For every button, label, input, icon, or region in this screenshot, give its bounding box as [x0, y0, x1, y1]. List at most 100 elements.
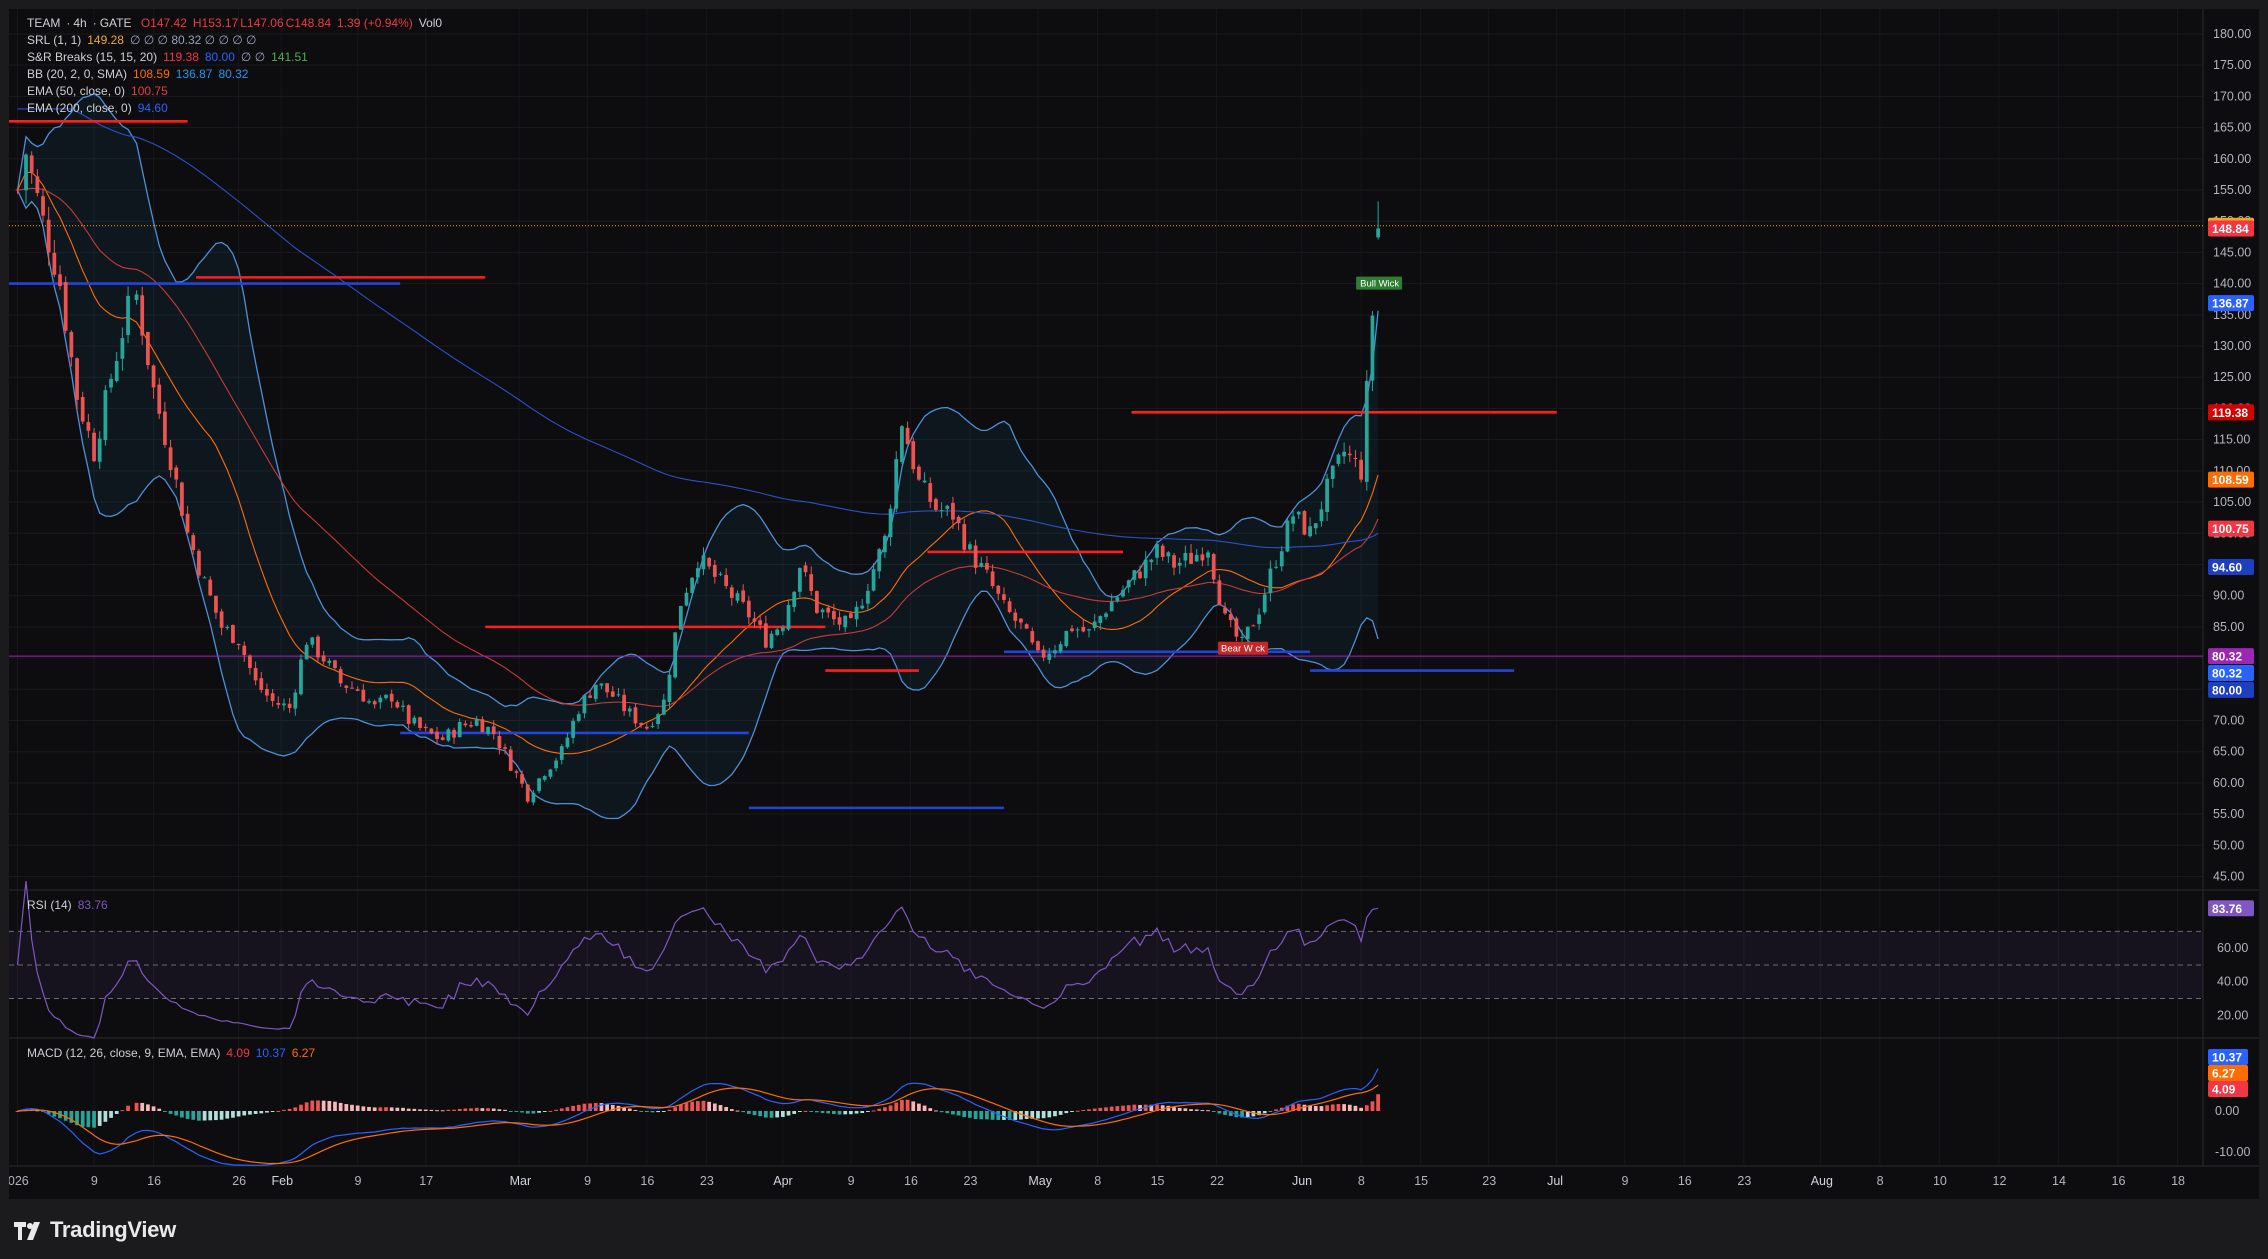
- x-tick-label: 026: [9, 1174, 29, 1188]
- macd-histogram-bar: [236, 1111, 241, 1117]
- macd-histogram-bar: [735, 1110, 740, 1112]
- volume: Vol0: [418, 16, 443, 30]
- chart-frame[interactable]: 45.0050.0055.0060.0065.0070.0075.0080.00…: [9, 9, 2259, 1199]
- macd-histogram-bar: [389, 1107, 394, 1111]
- y-tick-label: 145.00: [2213, 245, 2251, 259]
- legend-symbol-row: TEAM · 4h · GATE O147.42 H153.17 L147.06 C148.8…: [27, 16, 443, 30]
- macd-histogram-bar: [503, 1109, 507, 1111]
- candle-body: [854, 606, 859, 620]
- macd-histogram-bar: [917, 1103, 921, 1111]
- macd-histogram-bar: [922, 1105, 927, 1111]
- legend-macd[interactable]: MACD (12, 26, close, 9, EMA, EMA) 4.09 10.…: [27, 1045, 321, 1062]
- legend-rsi[interactable]: RSI (14) 83.76: [27, 897, 114, 914]
- candle-body: [741, 590, 746, 602]
- x-tick-label: 15: [1151, 1174, 1165, 1188]
- candle-body: [860, 605, 865, 609]
- macd-histogram-bar: [1087, 1109, 1091, 1111]
- macd-histogram-bar: [701, 1100, 706, 1111]
- macd-histogram-bar: [514, 1111, 519, 1112]
- y-tick-label: 125.00: [2213, 370, 2251, 384]
- candle-body: [792, 591, 797, 607]
- macd-histogram-bar: [934, 1110, 938, 1112]
- macd-histogram-bar: [537, 1111, 541, 1113]
- candle-body: [809, 574, 814, 591]
- candle-body: [1070, 628, 1074, 632]
- x-tick-label: 17: [419, 1174, 433, 1188]
- macd-histogram-bar: [270, 1111, 275, 1112]
- chart-canvas[interactable]: 45.0050.0055.0060.0065.0070.0075.0080.00…: [9, 9, 2259, 1199]
- candle-body: [1189, 552, 1193, 564]
- candle-body: [103, 390, 108, 441]
- symbol-name: TEAM: [27, 16, 61, 30]
- macd-histogram-bar: [1177, 1107, 1182, 1111]
- interval[interactable]: 4h: [73, 16, 86, 30]
- candle-body: [423, 726, 428, 729]
- candle-body: [185, 513, 190, 533]
- legend-srl-name: SRL (1, 1): [27, 33, 82, 47]
- macd-histogram-bar: [134, 1102, 139, 1111]
- candle-body: [327, 660, 332, 664]
- candle-body: [1370, 315, 1375, 381]
- candle-body: [1228, 614, 1233, 621]
- candle-body: [593, 684, 598, 699]
- macd-histogram-bar: [1070, 1111, 1074, 1112]
- candle-body: [146, 331, 150, 366]
- macd-histogram-bar: [525, 1111, 530, 1114]
- macd-histogram-bar: [1183, 1108, 1188, 1111]
- macd-histogram-bar: [531, 1111, 536, 1114]
- candle-body: [1285, 520, 1290, 552]
- macd-histogram-bar: [956, 1111, 961, 1116]
- candle-body: [58, 274, 62, 287]
- y-tick-label: 85.00: [2213, 620, 2244, 634]
- macd-histogram-bar: [367, 1106, 371, 1111]
- candle-body: [1245, 626, 1250, 640]
- legend-rsi-value: 83.76: [77, 898, 108, 912]
- candle-body: [270, 693, 275, 702]
- macd-label: 4.09: [2212, 1083, 2236, 1097]
- legend-bb[interactable]: BB (20, 2, 0, SMA) 108.59 136.87 80.32: [27, 66, 254, 83]
- legend-srl-value: 149.28: [87, 33, 124, 47]
- candle-body: [372, 701, 377, 705]
- candle-body: [667, 674, 672, 703]
- macd-histogram-bar: [474, 1107, 479, 1111]
- candle-body: [486, 727, 490, 734]
- candle-body: [968, 544, 972, 550]
- ohlc-low: L147.06: [240, 16, 284, 30]
- macd-histogram-bar: [1172, 1107, 1176, 1111]
- macd-histogram-bar: [1092, 1108, 1097, 1111]
- legend-sr-breaks[interactable]: S&R Breaks (15, 15, 20) 119.38 80.00 ∅ ∅ 141…: [27, 49, 314, 66]
- macd-histogram-bar: [650, 1111, 655, 1113]
- candle-body: [849, 613, 853, 619]
- candle-body: [1251, 625, 1256, 627]
- candle-body: [344, 685, 349, 688]
- candle-body: [763, 623, 768, 648]
- macd-histogram-bar: [1370, 1101, 1375, 1111]
- candle-body: [951, 503, 955, 520]
- tradingview-logo[interactable]: TradingView: [14, 1217, 176, 1243]
- legend-srl[interactable]: SRL (1, 1) 149.28 ∅ ∅ ∅ 80.32 ∅ ∅ ∅ ∅: [27, 32, 263, 49]
- macd-histogram-bar: [423, 1109, 428, 1111]
- macd-histogram-bar: [350, 1104, 354, 1111]
- macd-histogram-bar: [80, 1111, 85, 1127]
- macd-histogram-bar: [225, 1111, 230, 1119]
- candle-body: [673, 632, 678, 678]
- y-tick-label: 160.00: [2213, 152, 2251, 166]
- candle-body: [985, 562, 989, 570]
- legend-ema200[interactable]: EMA (200, close, 0) 94.60: [27, 100, 174, 117]
- candle-body: [15, 189, 20, 191]
- x-tick-label: 16: [1678, 1174, 1692, 1188]
- macd-histogram-bar: [690, 1101, 695, 1111]
- legend-ema50[interactable]: EMA (50, close, 0) 100.75: [27, 83, 174, 100]
- candle-body: [1336, 454, 1341, 464]
- candle-body: [928, 483, 933, 502]
- macd-histogram-bar: [231, 1111, 235, 1118]
- candle-body: [151, 365, 156, 388]
- macd-histogram-bar: [1024, 1111, 1029, 1119]
- macd-histogram-bar: [542, 1111, 547, 1112]
- candle-body: [350, 687, 354, 689]
- candle-body: [826, 607, 831, 613]
- macd-histogram-bar: [1353, 1105, 1358, 1111]
- candle-body: [219, 611, 224, 628]
- candle-body: [457, 721, 462, 738]
- candle-body: [786, 605, 791, 630]
